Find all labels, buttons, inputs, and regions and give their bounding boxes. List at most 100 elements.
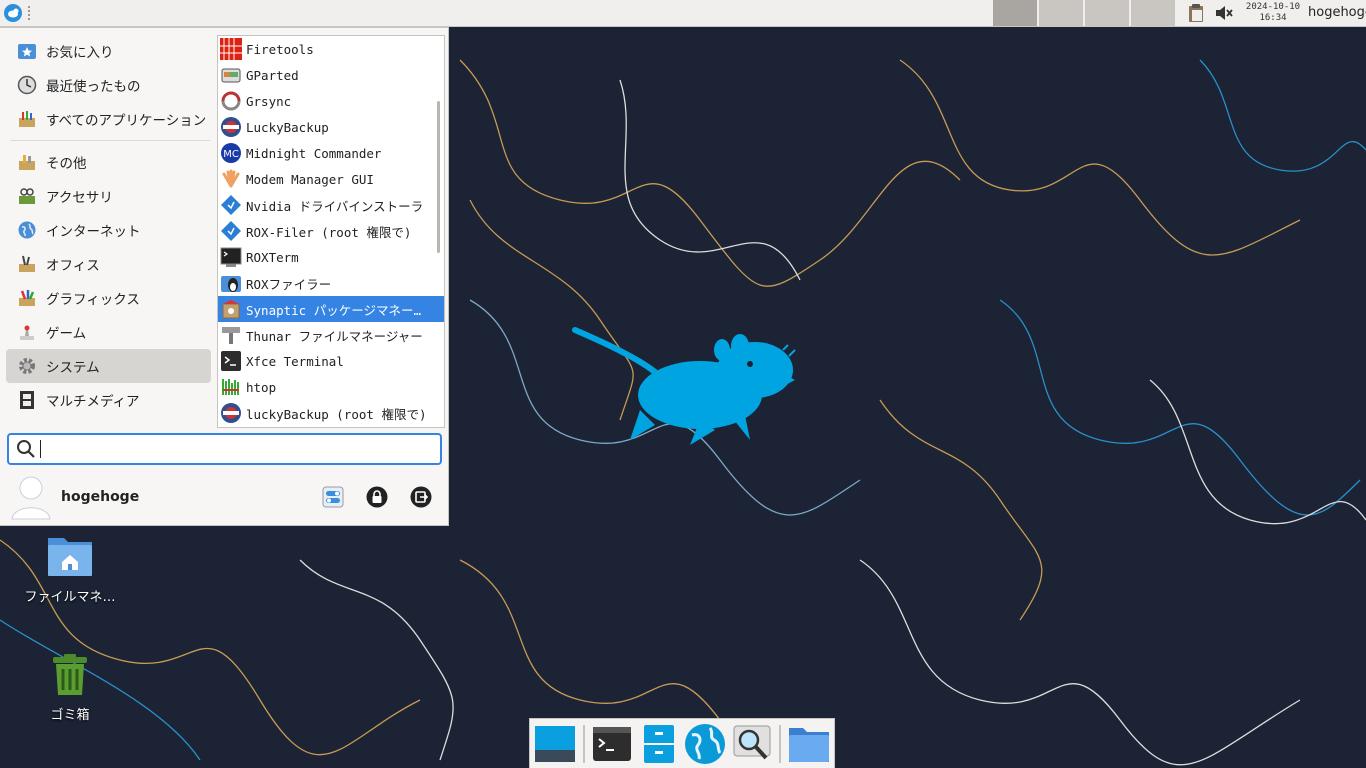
terminal-launcher[interactable] (591, 722, 634, 766)
panel-user-name[interactable]: hogehoge (1308, 5, 1366, 20)
category-separator (10, 140, 210, 141)
panel-handle[interactable] (28, 6, 36, 20)
app-label: GParted (246, 67, 299, 83)
app-item-xfce-terminal[interactable]: Xfce Terminal (218, 348, 444, 374)
modem-manager-icon (220, 168, 242, 190)
desktop-icon-trash[interactable]: ゴミ箱 (20, 654, 120, 723)
app-item-rox-filer[interactable]: ROXファイラー (218, 270, 444, 296)
category-label: ゲーム (46, 326, 87, 342)
text-caret (40, 440, 41, 458)
app-item-luckybackup-root[interactable]: luckyBackup (root 権限で) (218, 400, 444, 426)
terminal-icon (220, 350, 242, 372)
desktop-icon-label: ファイルマネ… (24, 590, 116, 605)
app-label: luckyBackup (root 権限で) (246, 406, 427, 422)
whisker-menu-button[interactable] (2, 2, 24, 24)
app-item-thunar[interactable]: Thunar ファイルマネージャー (218, 322, 444, 348)
magnifier-icon (733, 725, 771, 759)
app-label: Modem Manager GUI (246, 171, 374, 187)
show-desktop-button[interactable] (534, 722, 577, 766)
dock-separator (779, 724, 782, 763)
category-label: システム (46, 360, 100, 376)
app-item-htop[interactable]: htop (218, 374, 444, 400)
app-label: htop (246, 379, 277, 395)
clipboard-icon[interactable] (1184, 2, 1208, 24)
app-label: Nvidia ドライバインストーラ (246, 198, 424, 214)
panel-clock[interactable]: 2024-10-10 16:34 (1245, 2, 1301, 24)
category-favorites[interactable]: お気に入り (6, 34, 211, 68)
volume-muted-icon[interactable] (1212, 2, 1236, 24)
app-item-rox-filer-root[interactable]: ROX-Filer (root 権限で) (218, 218, 444, 244)
category-accessories[interactable]: アクセサリ (6, 179, 211, 213)
workspace-4[interactable] (1131, 0, 1175, 26)
app-item-gparted[interactable]: GParted (218, 62, 444, 88)
misc-icon (16, 151, 38, 173)
app-label: Synaptic パッケージマネー… (246, 302, 422, 318)
globe-icon (16, 219, 38, 241)
app-item-modem-manager-gui[interactable]: Modem Manager GUI (218, 166, 444, 192)
system-tray (1184, 0, 1240, 26)
category-label: その他 (46, 156, 87, 172)
category-label: マルチメディア (46, 394, 140, 410)
user-row: hogehoge (0, 472, 449, 524)
app-label: Midnight Commander (246, 145, 382, 161)
search-box[interactable] (7, 433, 442, 465)
gear-icon (16, 355, 38, 377)
synaptic-icon (220, 298, 242, 320)
category-label: アクセサリ (46, 190, 113, 206)
desktop-icon-label: ゴミ箱 (50, 708, 90, 723)
app-item-grsync[interactable]: Grsync (218, 88, 444, 114)
svg-text:MC: MC (223, 149, 239, 160)
game-icon (16, 321, 38, 343)
category-label: お気に入り (46, 45, 114, 61)
clock-time: 16:34 (1259, 13, 1287, 23)
htop-icon (220, 376, 242, 398)
category-graphics[interactable]: グラフィックス (6, 281, 211, 315)
diamond-install-icon (220, 194, 242, 216)
app-finder-launcher[interactable] (731, 722, 774, 766)
workspace-3[interactable] (1085, 0, 1129, 26)
home-folder-icon (48, 538, 92, 576)
workspace-switcher (993, 0, 1177, 26)
app-item-firetools[interactable]: Firetools (218, 36, 444, 62)
workspace-1[interactable] (993, 0, 1037, 26)
category-office[interactable]: オフィス (6, 247, 211, 281)
app-item-roxterm[interactable]: ROXTerm (218, 244, 444, 270)
accessories-icon (16, 185, 38, 207)
category-system[interactable]: システム (6, 349, 211, 383)
gparted-icon (220, 64, 242, 86)
app-label: Xfce Terminal (246, 353, 344, 369)
web-browser-launcher[interactable] (684, 722, 727, 766)
terminal-icon (220, 246, 242, 268)
search-icon (17, 440, 35, 458)
folder-icon (788, 727, 829, 762)
app-label: ROXファイラー (246, 276, 332, 292)
search-input[interactable] (45, 440, 439, 458)
file-cabinet-launcher[interactable] (637, 722, 680, 766)
category-label: 最近使ったもの (46, 79, 141, 95)
file-cabinet-icon (643, 724, 674, 763)
trash-icon (53, 654, 87, 695)
category-recent[interactable]: 最近使ったもの (6, 68, 211, 102)
app-list-scrollbar[interactable] (437, 101, 440, 253)
grsync-icon (220, 90, 242, 112)
category-label: すべてのアプリケーション (46, 113, 207, 129)
files-launcher[interactable] (787, 722, 830, 766)
settings-manager-button[interactable] (321, 485, 345, 509)
logout-button[interactable] (409, 485, 433, 509)
app-item-nvidia-driver-installer[interactable]: Nvidia ドライバインストーラ (218, 192, 444, 218)
app-item-midnight-commander[interactable]: MC Midnight Commander (218, 140, 444, 166)
category-multimedia[interactable]: マルチメディア (6, 383, 211, 417)
workspace-2[interactable] (1039, 0, 1083, 26)
desktop-icon-file-manager[interactable]: ファイルマネ… (20, 532, 120, 605)
show-desktop-icon (535, 725, 576, 762)
midnight-commander-icon: MC (220, 142, 242, 164)
lock-screen-button[interactable] (365, 485, 389, 509)
category-internet[interactable]: インターネット (6, 213, 211, 247)
category-other[interactable]: その他 (6, 145, 211, 179)
globe-icon (685, 723, 726, 764)
category-games[interactable]: ゲーム (6, 315, 211, 349)
app-item-synaptic[interactable]: Synaptic パッケージマネー… (218, 296, 444, 322)
clock-date: 2024-10-10 (1245, 2, 1301, 12)
app-item-luckybackup[interactable]: LuckyBackup (218, 114, 444, 140)
category-all-applications[interactable]: すべてのアプリケーション (6, 102, 211, 136)
